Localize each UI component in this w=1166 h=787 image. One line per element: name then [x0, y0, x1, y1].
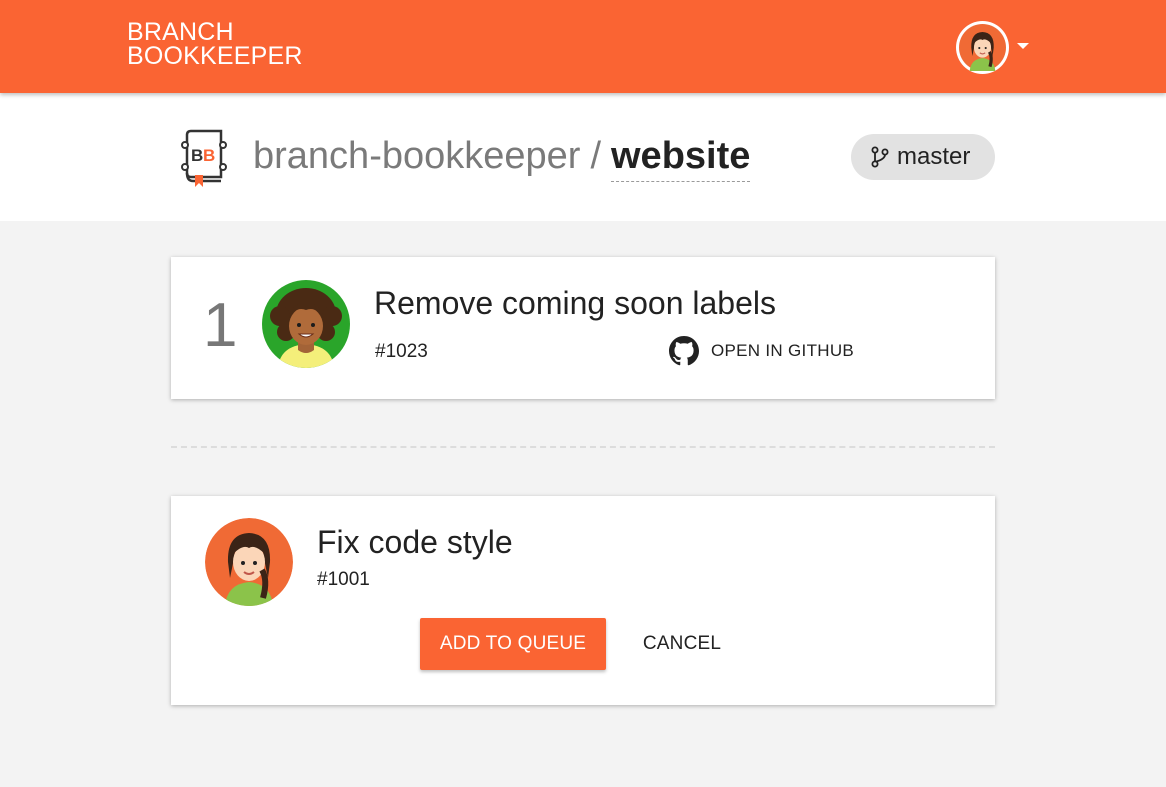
brand-logo[interactable]: BRANCH BOOKKEEPER	[127, 18, 303, 70]
pr-number: #1001	[317, 569, 370, 590]
pr-number: #1023	[375, 341, 428, 362]
repo-owner[interactable]: branch-bookkeeper	[253, 135, 580, 177]
repo-logo-icon: B B	[181, 129, 227, 187]
svg-text:B: B	[203, 146, 215, 165]
top-app-bar: BRANCH BOOKKEEPER	[0, 0, 1166, 93]
add-to-queue-button[interactable]: ADD TO QUEUE	[420, 618, 606, 670]
brand-line-1: BRANCH	[127, 18, 234, 46]
queue-position: 1	[203, 291, 238, 360]
pr-title: Remove coming soon labels	[374, 285, 776, 321]
author-avatar-icon	[262, 280, 350, 368]
repo-name-selector[interactable]: website	[611, 135, 751, 182]
add-to-queue-card: Fix code style #1001 ADD TO QUEUE CANCEL	[171, 496, 995, 705]
caret-down-icon[interactable]	[1017, 43, 1029, 49]
branch-name: master	[897, 143, 971, 170]
author-avatar	[205, 518, 293, 606]
repo-separator: /	[590, 135, 601, 177]
user-avatar-icon	[959, 24, 1006, 71]
cancel-button[interactable]: CANCEL	[627, 618, 737, 670]
open-in-github-label: OPEN IN GITHUB	[711, 341, 855, 360]
queue-item-card: 1 Remove coming soon labels #1023 OPEN I…	[171, 257, 995, 399]
git-branch-icon	[871, 146, 889, 168]
github-icon	[669, 336, 699, 366]
brand-line-2: BOOKKEEPER	[127, 42, 303, 70]
repo-header: B B branch-bookkeeper / website master	[0, 93, 1166, 221]
open-in-github-link[interactable]: OPEN IN GITHUB	[669, 336, 854, 366]
queue-divider	[171, 446, 995, 448]
svg-text:B: B	[191, 146, 203, 165]
author-avatar-icon	[205, 518, 293, 606]
user-avatar[interactable]	[956, 21, 1009, 74]
repo-title: branch-bookkeeper / website	[253, 133, 751, 182]
pr-title: Fix code style	[317, 524, 513, 560]
author-avatar	[262, 280, 350, 368]
branch-selector[interactable]: master	[851, 134, 995, 180]
